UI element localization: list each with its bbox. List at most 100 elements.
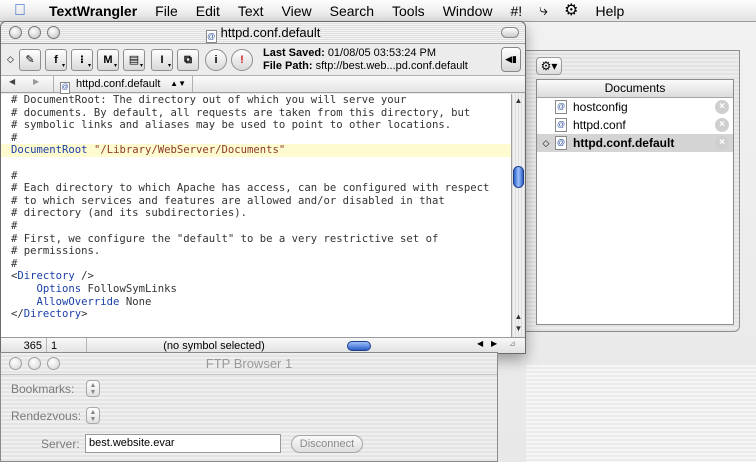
menu-view[interactable]: View — [273, 0, 321, 22]
copy-button[interactable]: ⧉ — [177, 49, 199, 71]
list-item[interactable]: @ httpd.conf × — [537, 116, 733, 134]
document-name: httpd.conf — [573, 118, 626, 132]
menu-search[interactable]: Search — [321, 0, 383, 22]
close-document-icon[interactable]: × — [715, 118, 729, 132]
code-line: # — [11, 131, 18, 144]
info-icon: i — [214, 54, 218, 66]
code-line: # directory (and its subdirectories). — [11, 207, 247, 220]
back-arrow-icon[interactable]: ◀ — [9, 77, 15, 86]
documents-list: Documents @ hostconfig × @ httpd.conf × … — [536, 79, 734, 325]
scroll-up-arrow-icon[interactable]: ▲ — [512, 312, 525, 321]
ftp-window-title: FTP Browser 1 — [205, 356, 293, 371]
code-line: # — [11, 257, 18, 270]
navigation-bar: ◀ ▶ @ httpd.conf.default ▲▼ — [1, 76, 525, 94]
drawer-icon: ◀▮ — [505, 54, 517, 64]
code-line: </Directory> — [11, 308, 88, 321]
documents-header[interactable]: Documents — [537, 80, 733, 98]
desktop-background — [526, 365, 756, 462]
document-popup-menu[interactable]: @ httpd.conf.default ▲▼ — [53, 76, 193, 94]
function-menu-button[interactable]: f ▾ — [45, 49, 67, 71]
code-line: # to which services and features are all… — [11, 194, 445, 207]
scroll-right-arrow-icon[interactable]: ▶ — [491, 339, 497, 348]
close-document-icon[interactable]: × — [715, 100, 729, 114]
menu-text[interactable]: Text — [229, 0, 273, 22]
code-line: # — [11, 169, 18, 182]
code-line: Options FollowSymLinks — [36, 282, 177, 295]
directive: DocumentRoot — [11, 144, 88, 157]
tag-name: Directory — [17, 270, 75, 283]
mark-menu-button[interactable]: M ▾ — [97, 49, 119, 71]
file-path-label: File Path: — [263, 60, 313, 72]
code-line: # First, we configure the "default" to b… — [11, 232, 439, 245]
list-item-active[interactable]: ◇ @ httpd.conf.default × — [537, 134, 733, 152]
drawer-gear-menu-icon[interactable]: ⚙▾ — [536, 57, 562, 75]
scroll-down-arrow-icon[interactable]: ▼ — [512, 324, 525, 333]
vertical-scroll-thumb[interactable] — [513, 166, 524, 188]
scroll-up-icon[interactable]: ▲ — [512, 96, 525, 105]
code-line: <Directory /> — [11, 270, 94, 283]
server-label: Server: — [41, 437, 80, 451]
close-document-icon[interactable]: × — [715, 136, 729, 150]
stop-icon: ! — [240, 54, 244, 66]
scroll-left-arrow-icon[interactable]: ◀ — [477, 339, 483, 348]
stop-button[interactable]: ! — [231, 49, 253, 71]
file-icon: @ — [555, 136, 567, 150]
marker-icon: ⁝ — [79, 54, 85, 66]
document-icon: ▤ — [128, 54, 140, 66]
apple-menu-icon[interactable]:  — [0, 2, 40, 20]
menu-tools[interactable]: Tools — [383, 0, 434, 22]
copy-icon: ⧉ — [184, 54, 192, 66]
menu-app[interactable]: TextWrangler — [40, 0, 146, 22]
file-path-value: sftp://best.web...pd.conf.default — [315, 60, 468, 72]
ftp-titlebar[interactable]: FTP Browser 1 — [1, 353, 497, 375]
function-icon: f — [54, 54, 58, 66]
rendezvous-popup-icon[interactable]: ▲ ▼ — [86, 407, 100, 424]
menu-window[interactable]: Window — [434, 0, 502, 22]
document-name: hostconfig — [573, 100, 628, 114]
menu-edit[interactable]: Edit — [187, 0, 229, 22]
file-proxy-icon[interactable]: @ — [205, 30, 217, 43]
bookmarks-popup-icon[interactable]: ▲ ▼ — [86, 380, 100, 397]
editor-titlebar[interactable]: @ httpd.conf.default — [1, 22, 525, 44]
menu-help[interactable]: Help — [586, 0, 633, 22]
marker-menu-button[interactable]: ⁝ ▾ — [71, 49, 93, 71]
gear-menu-icon[interactable]: ⚙ — [556, 0, 586, 22]
info-button[interactable]: i — [205, 49, 227, 71]
resize-grip-icon[interactable]: ⊿ — [509, 339, 516, 348]
text-options-button[interactable]: I ▾ — [151, 49, 173, 71]
updown-arrows-icon: ▲▼ — [170, 79, 186, 88]
ftp-browser-window: FTP Browser 1 Bookmarks: ▲ ▼ Rendezvous: … — [0, 352, 498, 462]
code-line: # DocumentRoot: The directory out of whi… — [11, 94, 407, 106]
menu-file[interactable]: File — [146, 0, 187, 22]
code-line: # permissions. — [11, 245, 101, 258]
rendezvous-label: Rendezvous: — [11, 409, 82, 423]
server-input[interactable]: best.website.evar — [85, 434, 281, 453]
pencil-button[interactable]: ✎ — [19, 49, 41, 71]
code-line: AllowOverride None — [36, 295, 152, 308]
menubar:  TextWrangler File Edit Text View Searc… — [0, 0, 756, 22]
text-cursor-icon: I — [160, 54, 164, 66]
mark-icon: M — [103, 54, 113, 66]
code-line: # documents. By default, all requests ar… — [11, 106, 471, 119]
forward-arrow-icon[interactable]: ▶ — [33, 77, 39, 86]
pencil-icon: ✎ — [25, 54, 35, 66]
vertical-scrollbar[interactable]: ▲ ▲ ▼ — [511, 94, 525, 337]
toolbar-toggle-button[interactable] — [501, 27, 519, 38]
disconnect-button[interactable]: Disconnect — [291, 435, 363, 453]
script-menu-icon[interactable]: ⤷ — [531, 0, 556, 22]
code-line-highlighted: DocumentRoot "/Library/WebServer/Documen… — [1, 144, 513, 157]
diamond-icon: ◇ — [7, 54, 14, 64]
text-editor[interactable]: # DocumentRoot: The directory out of whi… — [1, 94, 513, 337]
document-menu-button[interactable]: ▤ ▾ — [123, 49, 145, 71]
file-icon: @ — [60, 82, 70, 94]
file-icon: @ — [555, 100, 567, 114]
nav-document-name: httpd.conf.default — [76, 78, 161, 90]
horizontal-scroll-thumb[interactable] — [347, 341, 371, 351]
list-item[interactable]: @ hostconfig × — [537, 98, 733, 116]
last-saved-label: Last Saved: — [263, 47, 325, 59]
menu-shebang[interactable]: #! — [501, 0, 531, 22]
drawer-toggle-button[interactable]: ◀▮ — [501, 47, 521, 72]
window-title: httpd.conf.default — [220, 25, 321, 40]
last-saved-value: 01/08/05 03:53:24 PM — [327, 47, 437, 59]
directive: AllowOverride — [36, 295, 120, 308]
